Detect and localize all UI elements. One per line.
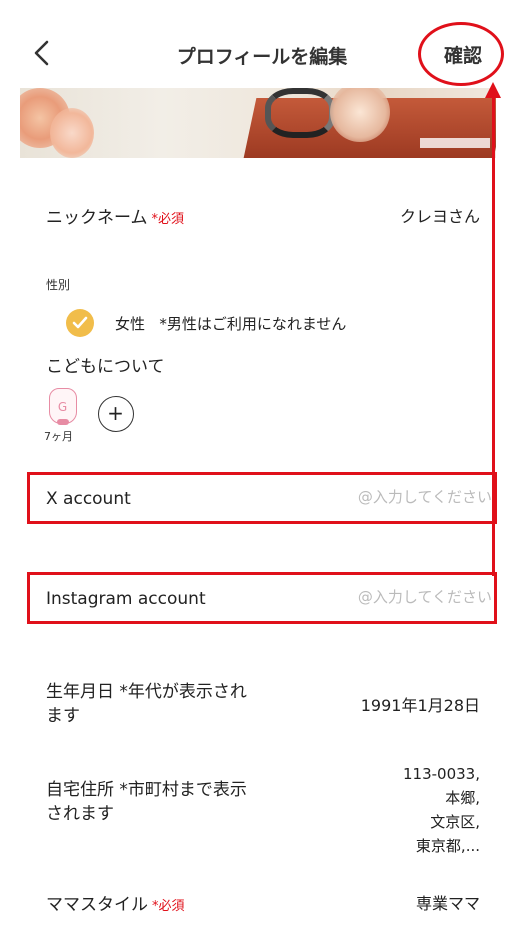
cover-photo[interactable] <box>20 88 496 158</box>
gender-option: 女性 *男性はご利用になれません <box>115 313 346 334</box>
address-line: 東京都,... <box>415 837 480 855</box>
nickname-label: ニックネーム <box>46 208 148 228</box>
child-item[interactable]: G 7ヶ月 <box>44 388 80 443</box>
instagram-account-input[interactable] <box>292 588 492 606</box>
gender-option-label: 女性 <box>115 315 146 333</box>
nickname-value: クレヨさん <box>399 207 480 226</box>
mama-style-value: 専業ママ <box>415 894 480 913</box>
x-account-input[interactable] <box>292 488 492 506</box>
check-icon <box>72 316 88 329</box>
birthdate-value: 1991年1月28日 <box>360 696 480 715</box>
children-title: こどもについて <box>46 357 165 377</box>
gender-label: 性別 <box>46 278 71 292</box>
address-label: 自宅住所 *市町村まで表示されます <box>46 780 247 824</box>
gender-checkbox[interactable] <box>66 309 94 337</box>
mama-style-row[interactable]: ママスタイル *必須 専業ママ <box>46 890 480 915</box>
plus-icon: + <box>107 401 124 425</box>
gender-note: *男性はご利用になれません <box>159 315 347 333</box>
child-avatar-letter: G <box>57 400 68 414</box>
address-line: 113-0033, <box>403 765 480 783</box>
add-child-button[interactable]: + <box>98 396 134 432</box>
instagram-account-row: Instagram account <box>27 572 497 624</box>
address-line: 本郷, <box>445 789 480 807</box>
nickname-row[interactable]: ニックネーム *必須 クレヨさん <box>46 203 480 228</box>
confirm-button[interactable]: 確認 <box>444 41 482 68</box>
x-account-row: X account <box>27 472 497 524</box>
child-avatar-icon: G <box>49 388 77 425</box>
instagram-account-label: Instagram account <box>46 589 206 609</box>
address-row[interactable]: 自宅住所 *市町村まで表示されます 113-0033, 本郷, 文京区, 東京都… <box>46 765 480 855</box>
address-value: 113-0033, 本郷, 文京区, 東京都,... <box>360 762 480 858</box>
required-badge: *必須 <box>151 212 185 227</box>
x-account-label: X account <box>46 489 131 509</box>
annotation-arrow-head <box>485 82 501 98</box>
child-age: 7ヶ月 <box>44 430 73 443</box>
birthdate-label: 生年月日 *年代が表示されます <box>46 682 247 726</box>
annotation-arrow-line <box>492 96 495 576</box>
header: プロフィールを編集 確認 <box>0 0 524 88</box>
address-line: 文京区, <box>430 813 480 831</box>
mama-style-label: ママスタイル <box>46 895 148 915</box>
required-badge: *必須 <box>152 899 185 914</box>
birthdate-row[interactable]: 生年月日 *年代が表示されます 1991年1月28日 <box>46 680 480 728</box>
